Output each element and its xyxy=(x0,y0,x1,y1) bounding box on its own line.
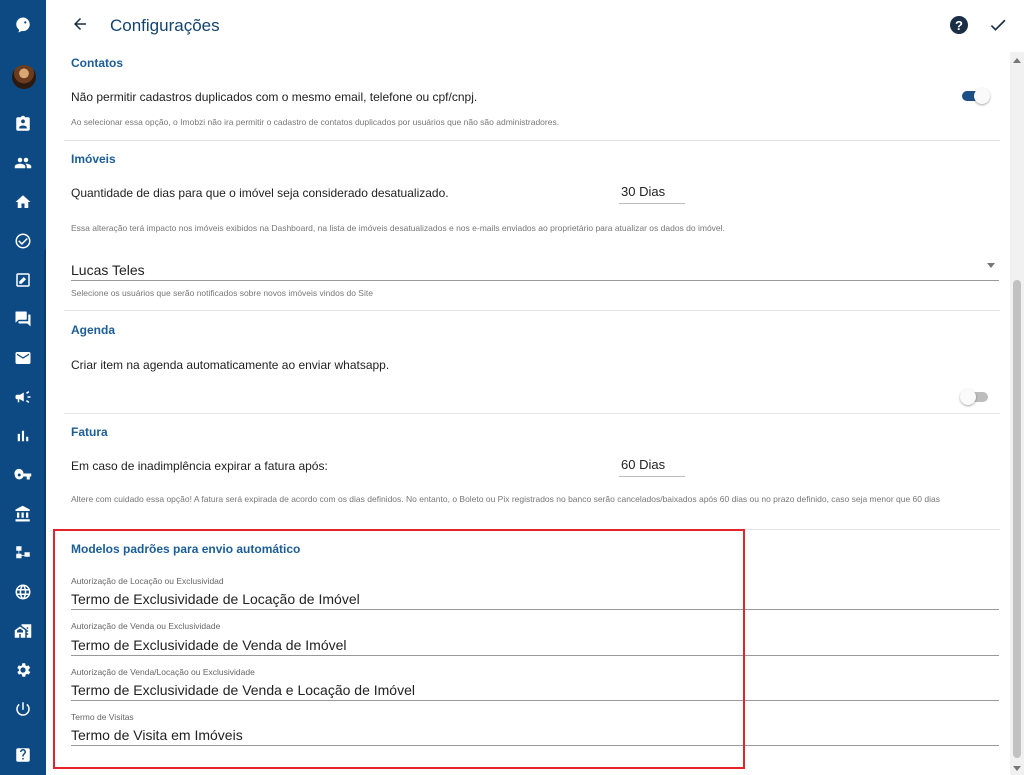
buildings-icon[interactable] xyxy=(0,619,46,643)
key-icon[interactable] xyxy=(0,463,46,487)
divider xyxy=(64,310,1000,311)
imoveis-days-input[interactable]: 30 Dias xyxy=(619,182,685,204)
avatar[interactable] xyxy=(10,63,38,91)
contatos-duplicate-label: Não permitir cadastros duplicados com o … xyxy=(71,90,478,104)
modelo-venda-select[interactable]: Termo de Exclusividade de Venda de Imóve… xyxy=(71,636,999,656)
chevron-down-icon xyxy=(987,263,995,268)
contatos-duplicate-toggle[interactable] xyxy=(960,87,990,105)
help-box-icon[interactable] xyxy=(0,743,46,767)
home-icon[interactable] xyxy=(0,190,46,214)
scroll-thumb[interactable] xyxy=(1013,280,1021,758)
toggle-knob xyxy=(960,389,976,405)
question-circle-icon[interactable]: ? xyxy=(950,16,968,34)
modelo-venda-locacao-select[interactable]: Termo de Exclusividade de Venda e Locaçã… xyxy=(71,681,999,701)
modelo-venda-label: Autorização de Venda ou Exclusividade xyxy=(71,621,221,631)
globe-icon[interactable] xyxy=(0,580,46,604)
section-title-agenda: Agenda xyxy=(71,323,116,337)
page-title: Configurações xyxy=(110,16,220,35)
contatos-hint: Ao selecionar essa opção, o Imobzi não i… xyxy=(71,117,560,127)
divider xyxy=(64,413,1000,414)
megaphone-icon[interactable] xyxy=(0,385,46,409)
sidebar xyxy=(0,0,46,775)
bank-icon[interactable] xyxy=(0,502,46,526)
notify-users-hint: Selecione os usuários que serão notifica… xyxy=(71,288,373,298)
notify-users-select[interactable]: Lucas Teles xyxy=(71,257,999,281)
contact-card-icon[interactable] xyxy=(0,112,46,136)
fatura-days-input[interactable]: 60 Dias xyxy=(619,455,685,477)
chat-icon[interactable] xyxy=(0,307,46,331)
section-title-modelos: Modelos padrões para envio automático xyxy=(71,542,301,556)
bar-chart-icon[interactable] xyxy=(0,424,46,448)
section-title-contatos: Contatos xyxy=(71,56,123,70)
settings-content: Contatos Não permitir cadastros duplicad… xyxy=(64,52,1000,775)
notify-users-value: Lucas Teles xyxy=(71,262,145,278)
check-icon xyxy=(988,19,1008,39)
scroll-up-arrow[interactable] xyxy=(1013,58,1021,63)
divider xyxy=(64,529,1000,530)
back-button[interactable] xyxy=(68,14,92,38)
agenda-whatsapp-toggle[interactable] xyxy=(960,388,990,406)
toggle-knob xyxy=(974,88,990,104)
section-title-imoveis: Imóveis xyxy=(71,152,116,166)
modelo-visitas-select[interactable]: Termo de Visita em Imóveis xyxy=(71,726,999,746)
mail-icon[interactable] xyxy=(0,346,46,370)
divider xyxy=(64,140,1000,141)
modelo-venda-locacao-label: Autorização de Venda/Locação ou Exclusiv… xyxy=(71,667,255,677)
fatura-hint: Altere com cuidado essa opção! A fatura … xyxy=(71,494,940,504)
content-scrollbar[interactable] xyxy=(1010,52,1024,775)
sitemap-icon[interactable] xyxy=(0,541,46,565)
modelo-locacao-label: Autorização de Locação ou Exclusividad xyxy=(71,576,224,586)
agenda-whatsapp-label: Criar item na agenda automaticamente ao … xyxy=(71,358,390,372)
imoveis-hint: Essa alteração terá impacto nos imóveis … xyxy=(71,223,725,233)
section-title-fatura: Fatura xyxy=(71,425,108,439)
modelo-visitas-label: Termo de Visitas xyxy=(71,712,134,722)
power-icon[interactable] xyxy=(0,697,46,721)
sidebar-scrollbar[interactable] xyxy=(44,250,46,720)
imoveis-days-label: Quantidade de dias para que o imóvel sej… xyxy=(71,186,449,200)
scroll-down-arrow[interactable] xyxy=(1013,766,1021,771)
edit-box-icon[interactable] xyxy=(0,268,46,292)
page-header: Configurações ? xyxy=(46,0,1024,52)
modelo-locacao-select[interactable]: Termo de Exclusividade de Locação de Imó… xyxy=(71,590,999,610)
check-circle-icon[interactable] xyxy=(0,229,46,253)
fatura-expire-label: Em caso de inadimplência expirar a fatur… xyxy=(71,459,328,473)
gear-icon[interactable] xyxy=(0,658,46,682)
logo-icon[interactable] xyxy=(0,13,46,37)
arrow-back-icon xyxy=(71,15,89,38)
save-check-button[interactable] xyxy=(988,15,1008,35)
people-icon[interactable] xyxy=(0,151,46,175)
